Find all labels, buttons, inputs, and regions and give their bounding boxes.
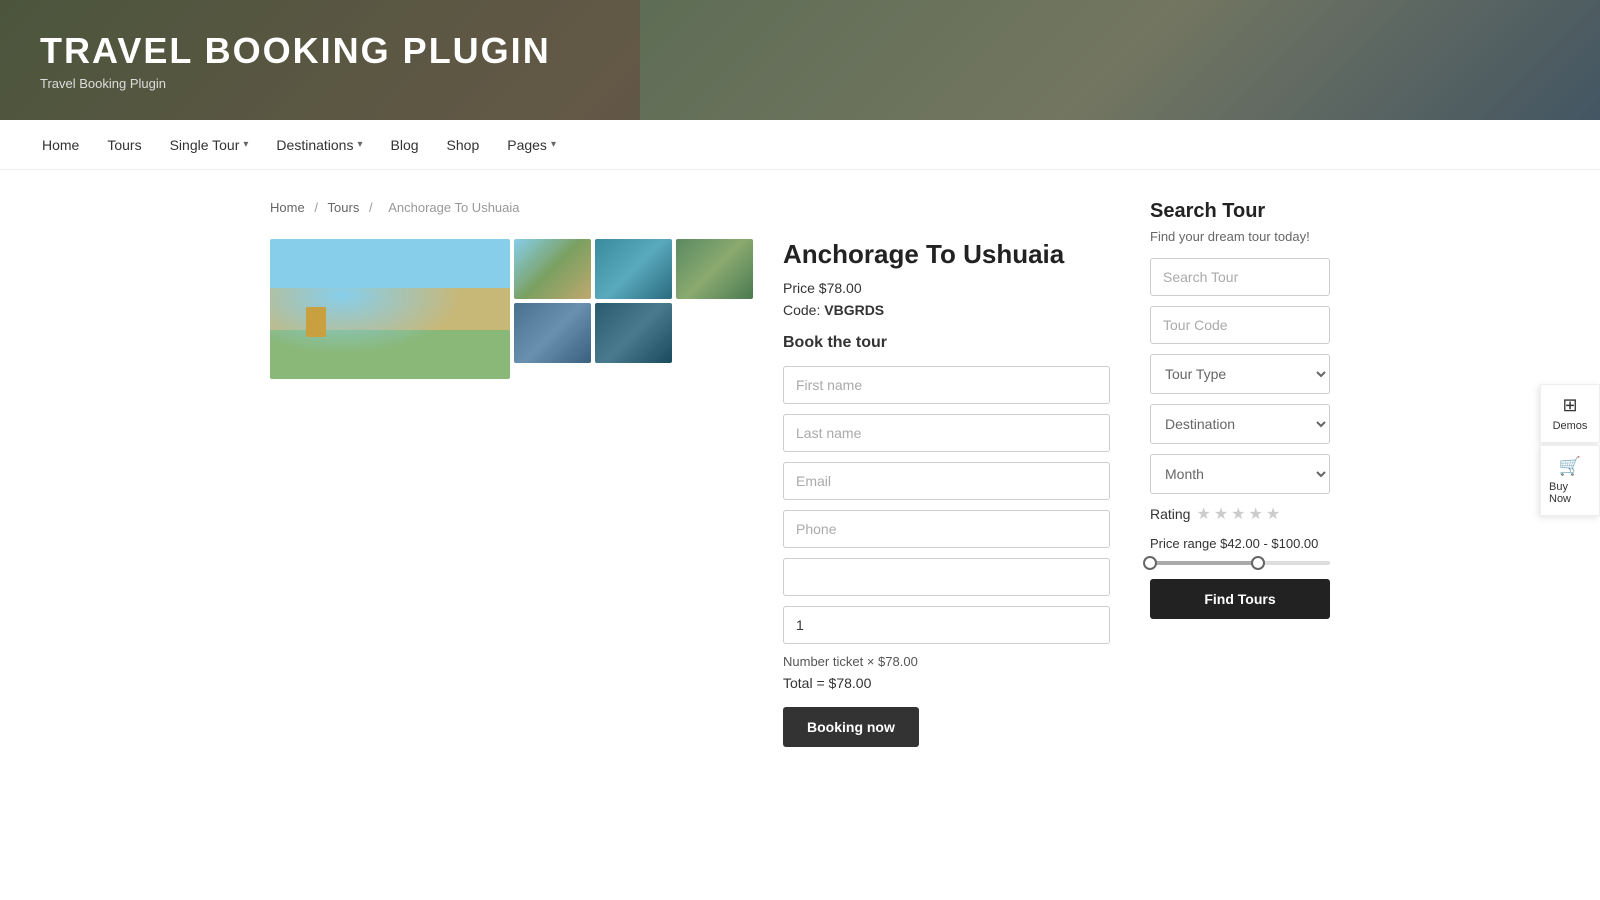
phone-input[interactable]	[783, 510, 1110, 548]
buy-now-button[interactable]: 🛒 Buy Now	[1540, 445, 1600, 516]
nav-destinations[interactable]: Destinations ▾	[274, 137, 364, 153]
tour-main-image[interactable]	[270, 239, 510, 379]
tour-thumb-1[interactable]	[514, 239, 591, 299]
range-track	[1150, 561, 1330, 565]
nav-single-tour[interactable]: Single Tour ▾	[168, 137, 251, 153]
tour-thumb-3[interactable]	[676, 239, 753, 299]
hero-section: TRAVEL BOOKING PLUGIN Travel Booking Plu…	[0, 0, 1600, 120]
main-nav: Home Tours Single Tour ▾ Destinations ▾ …	[0, 120, 1600, 170]
rating-label: Rating	[1150, 506, 1190, 522]
chevron-down-icon: ▾	[357, 139, 362, 150]
range-fill	[1150, 561, 1258, 565]
email-input[interactable]	[783, 462, 1110, 500]
last-name-input[interactable]	[783, 414, 1110, 452]
star-2[interactable]: ★	[1214, 504, 1228, 524]
tour-type-select[interactable]: Tour Type Adventure Cultural Beach Mount…	[1150, 354, 1330, 394]
rating-row: Rating ★ ★ ★ ★ ★	[1150, 504, 1330, 524]
tour-images	[270, 239, 753, 727]
cart-icon: 🛒	[1559, 456, 1581, 477]
tour-images-wrapper	[270, 239, 753, 379]
breadcrumb-current: Anchorage To Ushuaia	[388, 200, 519, 215]
find-tours-button[interactable]: Find Tours	[1150, 579, 1330, 619]
star-1[interactable]: ★	[1196, 504, 1210, 524]
tour-price: Price $78.00	[783, 280, 1110, 296]
number-ticket-label: Number ticket × $78.00	[783, 654, 1110, 669]
nav-shop[interactable]: Shop	[445, 137, 482, 153]
hero-bg	[640, 0, 1600, 120]
tour-code-input[interactable]	[1150, 306, 1330, 344]
search-tour-panel: Search Tour Find your dream tour today! …	[1150, 200, 1330, 747]
month-select[interactable]: Month January February March April May J…	[1150, 454, 1330, 494]
search-tour-input[interactable]	[1150, 258, 1330, 296]
floating-sidebar: ⊞ Demos 🛒 Buy Now	[1540, 384, 1600, 516]
booking-form: 08/26/2024 Number ticket × $78.00 Total …	[783, 366, 1110, 747]
chevron-down-icon: ▾	[551, 139, 556, 150]
nav-pages[interactable]: Pages ▾	[505, 137, 558, 153]
book-the-tour-title: Book the tour	[783, 334, 1110, 352]
tour-thumb-4[interactable]	[514, 303, 591, 363]
tour-thumb-5[interactable]	[595, 303, 672, 363]
first-name-input[interactable]	[783, 366, 1110, 404]
demos-button[interactable]: ⊞ Demos	[1540, 384, 1600, 443]
tour-thumb-2[interactable]	[595, 239, 672, 299]
breadcrumb-home[interactable]: Home	[270, 200, 305, 215]
price-range-slider[interactable]	[1150, 561, 1330, 565]
tour-code: Code: VBGRDS	[783, 302, 1110, 318]
nav-tours[interactable]: Tours	[105, 137, 143, 153]
tour-title: Anchorage To Ushuaia	[783, 239, 1110, 270]
left-side: Home / Tours / Anchorage To Ushuaia	[270, 200, 1110, 747]
total-label: Total = $78.00	[783, 675, 1110, 691]
range-handle-left[interactable]	[1143, 556, 1157, 570]
hero-subtitle: Travel Booking Plugin	[40, 76, 551, 91]
nav-home[interactable]: Home	[40, 137, 81, 153]
star-3[interactable]: ★	[1231, 504, 1245, 524]
tour-detail-area: Anchorage To Ushuaia Price $78.00 Code: …	[270, 239, 1110, 747]
date-input[interactable]: 08/26/2024	[783, 558, 1110, 596]
chevron-down-icon: ▾	[243, 139, 248, 150]
search-tour-title: Search Tour	[1150, 200, 1330, 223]
star-rating[interactable]: ★ ★ ★ ★ ★	[1196, 504, 1280, 524]
range-handle-right[interactable]	[1251, 556, 1265, 570]
star-5[interactable]: ★	[1266, 504, 1280, 524]
hero-title: TRAVEL BOOKING PLUGIN	[40, 30, 551, 72]
booking-now-button[interactable]: Booking now	[783, 707, 919, 747]
tour-thumbs-right	[514, 239, 753, 379]
breadcrumb-tours[interactable]: Tours	[328, 200, 360, 215]
quantity-input[interactable]	[783, 606, 1110, 644]
search-tour-subtitle: Find your dream tour today!	[1150, 229, 1330, 244]
nav-blog[interactable]: Blog	[389, 137, 421, 153]
hero-content: TRAVEL BOOKING PLUGIN Travel Booking Plu…	[40, 30, 551, 91]
price-range-label: Price range $42.00 - $100.00	[1150, 536, 1330, 551]
star-4[interactable]: ★	[1249, 504, 1263, 524]
tour-details: Anchorage To Ushuaia Price $78.00 Code: …	[783, 239, 1110, 747]
layers-icon: ⊞	[1562, 395, 1577, 416]
page-content: Home / Tours / Anchorage To Ushuaia	[250, 170, 1350, 777]
destination-select[interactable]: Destination Africa Asia Europe Americas	[1150, 404, 1330, 444]
breadcrumb: Home / Tours / Anchorage To Ushuaia	[270, 200, 1110, 215]
